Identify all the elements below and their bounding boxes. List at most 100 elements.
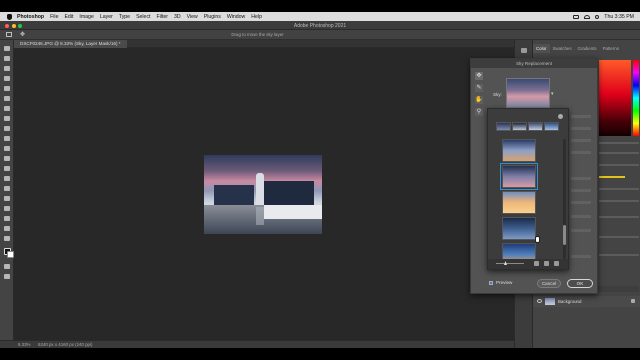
dialog-control-row[interactable] bbox=[571, 255, 591, 258]
tab-swatches[interactable]: Swatches bbox=[550, 44, 575, 53]
window-title: Adobe Photoshop 2021 bbox=[293, 22, 347, 29]
menu-view[interactable]: View bbox=[187, 14, 198, 20]
sky-list-scrollbar[interactable] bbox=[563, 139, 566, 259]
sky-group-thumb[interactable] bbox=[544, 122, 559, 131]
layer-name[interactable]: Background bbox=[558, 299, 581, 304]
battery-icon[interactable] bbox=[573, 14, 580, 19]
marquee-tool-icon[interactable] bbox=[4, 56, 10, 61]
hand-tool-icon[interactable] bbox=[4, 226, 10, 231]
menu-help[interactable]: Help bbox=[251, 14, 262, 20]
panel-row bbox=[599, 200, 639, 202]
image-building-right bbox=[264, 181, 314, 207]
eraser-tool-icon[interactable] bbox=[4, 156, 10, 161]
frame-tool-icon[interactable] bbox=[4, 96, 10, 101]
layer-row[interactable]: Background bbox=[533, 296, 640, 307]
wifi-icon[interactable] bbox=[584, 14, 591, 19]
sky-thumb[interactable] bbox=[502, 191, 536, 214]
menu-edit[interactable]: Edit bbox=[64, 14, 73, 20]
document-image[interactable] bbox=[204, 155, 322, 234]
menu-layer[interactable]: Layer bbox=[100, 14, 113, 20]
lasso-tool-icon[interactable] bbox=[4, 66, 10, 71]
menu-plugins[interactable]: Plugins bbox=[204, 14, 221, 20]
quick-mask-icon[interactable] bbox=[4, 264, 10, 269]
canvas-area[interactable] bbox=[14, 48, 514, 340]
tab-patterns[interactable]: Patterns bbox=[600, 44, 622, 53]
panel-row bbox=[599, 216, 639, 218]
stamp-tool-icon[interactable] bbox=[4, 136, 10, 141]
move-tool-icon[interactable] bbox=[4, 46, 10, 51]
trash-icon[interactable] bbox=[554, 261, 559, 266]
document-info[interactable]: 6240 px x 4160 px (240 ppi) bbox=[38, 341, 92, 348]
sky-group-thumb[interactable] bbox=[528, 122, 543, 131]
dialog-control-row[interactable] bbox=[571, 151, 591, 154]
crop-tool-icon[interactable] bbox=[4, 86, 10, 91]
dialog-control-row[interactable] bbox=[571, 127, 591, 130]
tab-gradients[interactable]: Gradients bbox=[575, 44, 600, 53]
type-tool-icon[interactable] bbox=[4, 196, 10, 201]
healing-tool-icon[interactable] bbox=[4, 116, 10, 121]
menu-filter[interactable]: Filter bbox=[156, 14, 168, 20]
color-field[interactable] bbox=[599, 60, 631, 136]
cancel-button[interactable]: Cancel bbox=[537, 279, 561, 288]
path-select-tool-icon[interactable] bbox=[4, 206, 10, 211]
sky-group-thumb[interactable] bbox=[496, 122, 511, 131]
sky-preset-preview[interactable] bbox=[506, 78, 550, 108]
sky-label: Sky: bbox=[493, 92, 502, 97]
dialog-control-row[interactable] bbox=[571, 177, 591, 180]
zoom-level[interactable]: 8.33% bbox=[18, 341, 30, 348]
hue-slider[interactable] bbox=[633, 60, 639, 136]
shape-tool-icon[interactable] bbox=[4, 216, 10, 221]
gradient-tool-icon[interactable] bbox=[4, 166, 10, 171]
dialog-control-row[interactable] bbox=[571, 229, 591, 232]
chevron-down-icon[interactable]: ▾ bbox=[551, 91, 554, 97]
document-tab-bar: DSCF0246.JPG @ 8.33% (Sky, Layer Mask/16… bbox=[14, 40, 514, 48]
move-sky-icon[interactable]: ✥ bbox=[475, 72, 483, 80]
zoom-tool-icon[interactable] bbox=[4, 236, 10, 241]
thumb-size-slider[interactable] bbox=[496, 263, 524, 264]
preview-checkbox[interactable]: Preview bbox=[489, 280, 512, 285]
panel-row bbox=[599, 236, 639, 238]
screen-mode-icon[interactable] bbox=[4, 274, 10, 279]
pen-tool-icon[interactable] bbox=[4, 186, 10, 191]
dialog-control-row[interactable] bbox=[571, 215, 591, 218]
lock-icon[interactable] bbox=[631, 299, 635, 303]
menu-file[interactable]: File bbox=[50, 14, 58, 20]
brush-tool-icon[interactable] bbox=[4, 126, 10, 131]
background-color-swatch[interactable] bbox=[7, 251, 14, 258]
tab-color[interactable]: Color bbox=[533, 44, 550, 53]
sky-thumb[interactable] bbox=[500, 163, 538, 190]
sky-group-thumb[interactable] bbox=[512, 122, 527, 131]
folder-icon[interactable] bbox=[534, 261, 539, 266]
menu-3d[interactable]: 3D bbox=[174, 14, 181, 20]
checkbox-icon[interactable] bbox=[489, 280, 493, 285]
dodge-tool-icon[interactable] bbox=[4, 176, 10, 181]
sky-brush-icon[interactable]: ✎ bbox=[475, 84, 483, 92]
gear-icon[interactable] bbox=[558, 114, 563, 119]
menu-image[interactable]: Image bbox=[79, 14, 93, 20]
dialog-control-row[interactable] bbox=[571, 139, 591, 142]
history-panel-icon[interactable] bbox=[521, 48, 527, 53]
menu-window[interactable]: Window bbox=[227, 14, 245, 20]
zoom-icon[interactable]: ⚲ bbox=[475, 108, 483, 116]
dialog-control-row[interactable] bbox=[571, 189, 591, 192]
apple-menu-icon[interactable] bbox=[7, 13, 12, 20]
document-tab[interactable]: DSCF0246.JPG @ 8.33% (Sky, Layer Mask/16… bbox=[14, 40, 127, 48]
dialog-control-row[interactable] bbox=[571, 201, 591, 204]
scrollbar-handle[interactable] bbox=[563, 225, 566, 245]
visibility-eye-icon[interactable] bbox=[537, 299, 542, 303]
clock[interactable]: Thu 3:35 PM bbox=[604, 14, 634, 20]
menu-select[interactable]: Select bbox=[136, 14, 150, 20]
quick-select-tool-icon[interactable] bbox=[4, 76, 10, 81]
hand-icon[interactable]: ✋ bbox=[475, 96, 483, 104]
history-brush-tool-icon[interactable] bbox=[4, 146, 10, 151]
sky-thumb[interactable] bbox=[502, 139, 536, 162]
menu-type[interactable]: Type bbox=[119, 14, 130, 20]
bottom-edge bbox=[0, 348, 640, 360]
sky-thumb[interactable] bbox=[502, 217, 536, 240]
search-icon[interactable] bbox=[595, 14, 600, 19]
app-menu[interactable]: Photoshop bbox=[17, 14, 44, 20]
eyedropper-tool-icon[interactable] bbox=[4, 106, 10, 111]
ok-button[interactable]: OK bbox=[567, 279, 593, 288]
new-preset-icon[interactable] bbox=[544, 261, 549, 266]
dialog-control-row[interactable] bbox=[571, 115, 591, 118]
